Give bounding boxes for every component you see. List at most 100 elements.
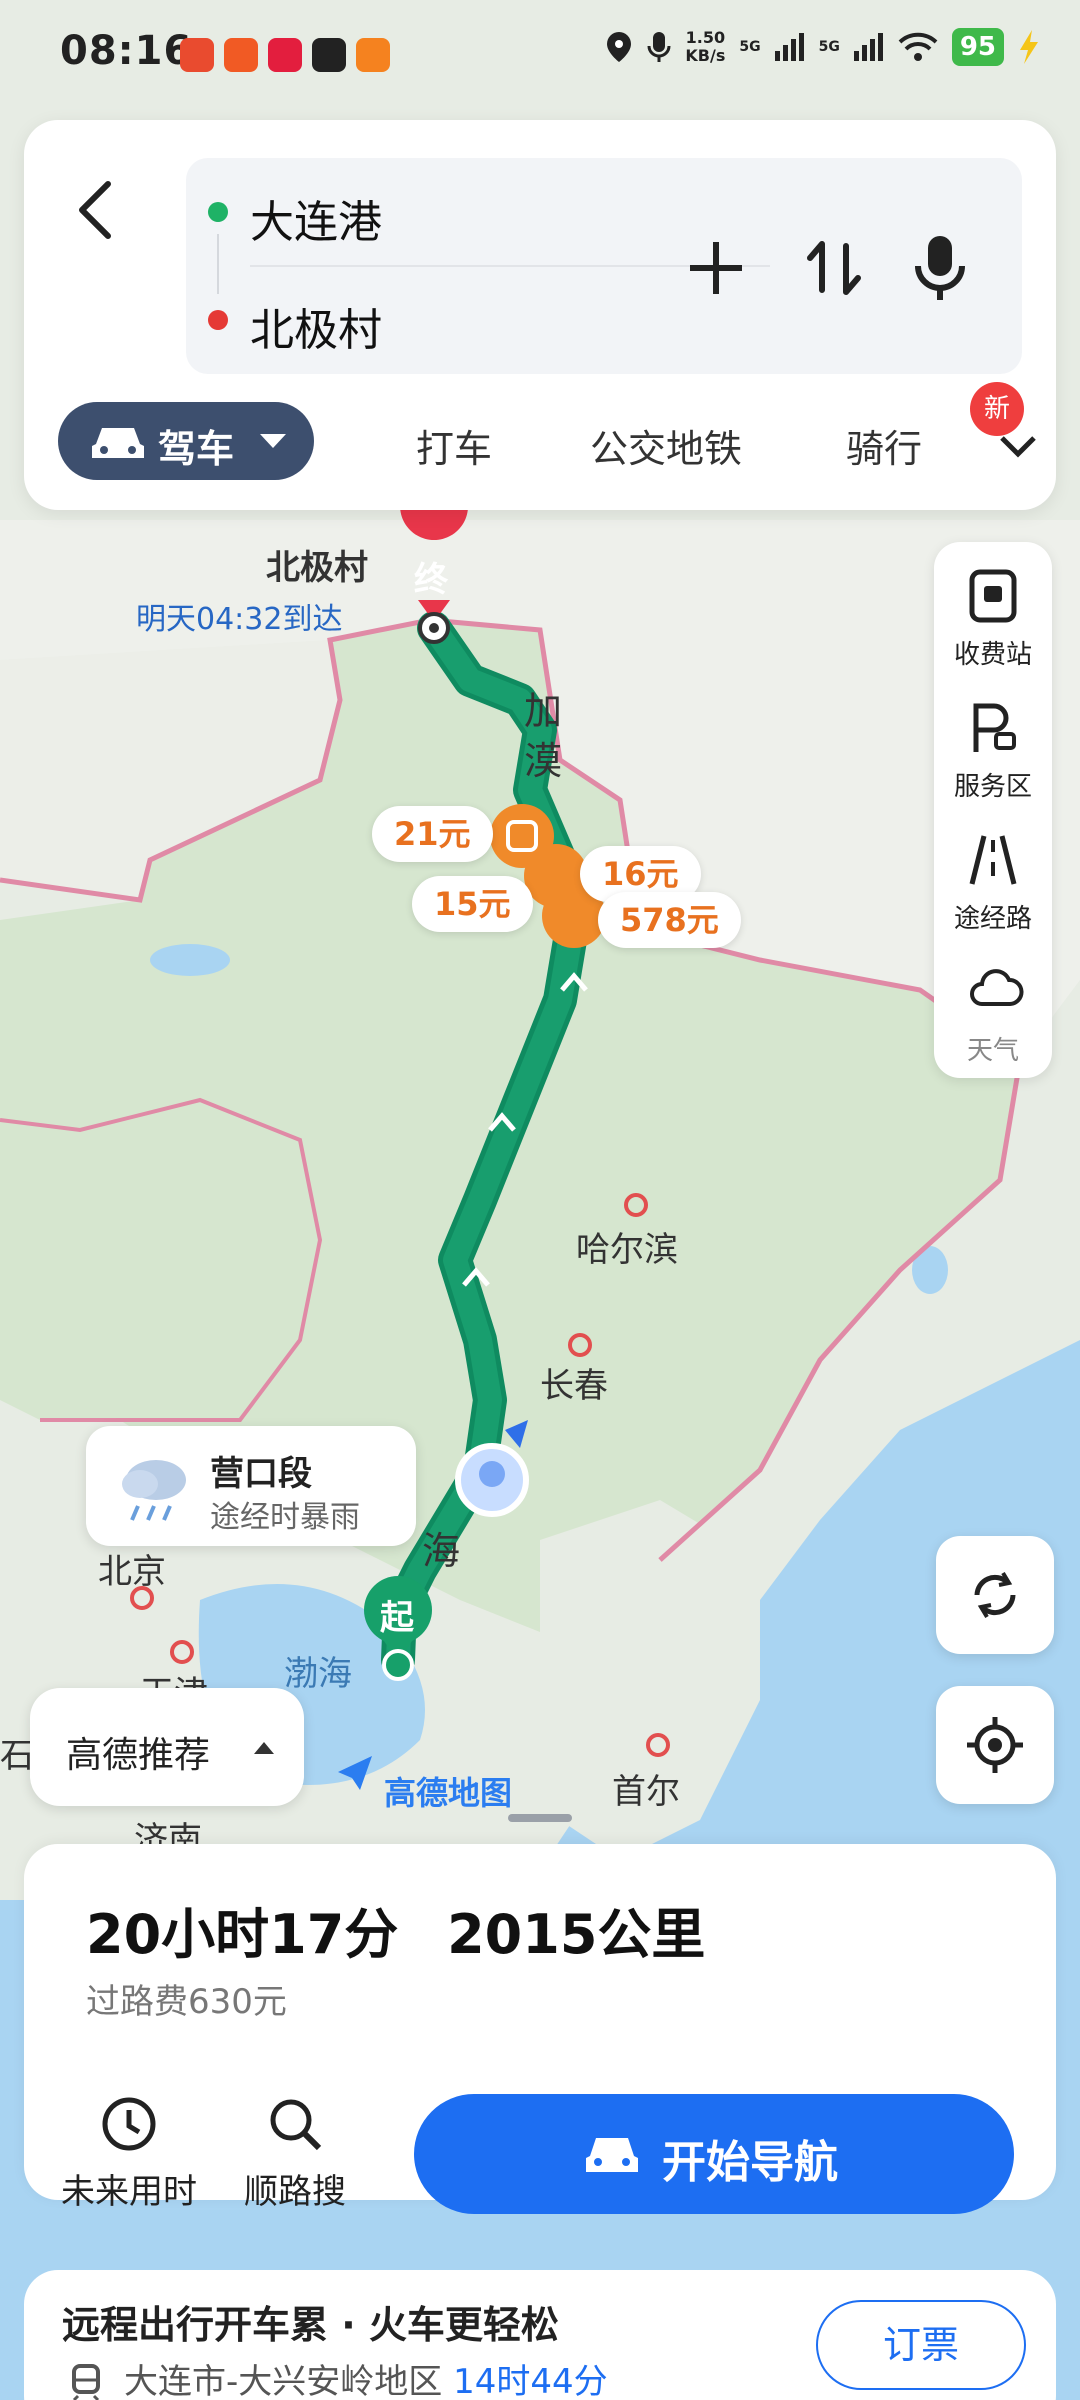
road-label-3: 海 [422,1529,461,1573]
caret-up-icon [254,1742,274,1754]
tab-taxi[interactable]: 打车 [416,418,492,473]
route-summary: 20小时17分 2015公里 [86,1890,705,1969]
voice-input-icon[interactable] [900,228,980,308]
status-bar: 08:16 1.50 KB/s 5G 5G 95 [0,0,1080,110]
tab-drive[interactable]: 驾车 [58,402,314,480]
swap-route-icon[interactable] [794,228,874,308]
signal-bars-icon [774,33,804,61]
map-layer-panel: 收费站 服务区 途经路 天气 [934,542,1052,1078]
sheet-drag-handle[interactable] [508,1814,572,1822]
end-dot-icon [208,310,228,330]
destination-dot-inner [429,623,439,633]
rain-cloud-icon [122,1460,186,1521]
travel-mode-tabs: 驾车 打车 公交地铁 骑行 新 [58,382,1038,482]
road-label-1: 加 [524,689,563,733]
notification-app-icon [268,38,302,72]
tab-transit[interactable]: 公交地铁 [590,418,742,473]
dest-marker-text: 终 [414,560,448,600]
signal-label-2: 5G [818,39,840,55]
weather-desc-label: 途经时暴雨 [210,1500,360,1535]
route-search-card: 大连港 北极村 驾车 打车 公交地铁 骑行 新 [24,120,1056,510]
route-summary-sheet: 20小时17分 2015公里 过路费630元 未来用时 顺路搜 开始导航 [24,1844,1056,2214]
book-ticket-button[interactable]: 订票 [816,2300,1026,2390]
toll-fee-tag[interactable]: 578元 [598,892,741,948]
start-navigation-label: 开始导航 [662,2137,838,2188]
road-label-2: 漠 [524,739,563,783]
route-input-box: 大连港 北极村 [186,158,1022,374]
promo-train-time: 14时44分 [453,2362,608,2400]
signal-bars-icon [853,33,883,61]
search-icon [270,2099,322,2151]
city-label-harbin: 哈尔滨 [576,1230,678,1270]
toll-fee-tag[interactable]: 15元 [412,876,533,932]
city-label-seoul: 首尔 [612,1772,680,1812]
service-area-toggle[interactable]: 服务区 [934,674,1052,806]
clock-history-icon [102,2097,156,2151]
future-time-label: 未来用时 [61,2172,197,2212]
promo-title: 远程出行开车累 · 火车更轻松 [62,2303,559,2347]
train-icon [72,2364,100,2400]
road-icon [969,835,1017,885]
notification-app-icon [312,38,346,72]
new-badge: 新 [970,382,1024,436]
locate-me-button[interactable] [936,1686,1054,1804]
weather-label: 天气 [966,1036,1019,1066]
speed-unit: KB/s [685,46,726,65]
charging-icon [1020,30,1038,64]
weather-popup[interactable]: 营口段 途经时暴雨 [86,1426,416,1546]
duration-value: 20小时17分 [86,1903,399,1966]
end-location-field[interactable]: 北极村 [250,294,382,358]
city-label-shi: 石 [0,1736,34,1776]
via-road-label: 途经路 [953,904,1032,934]
weather-toggle[interactable]: 天气 [934,938,1052,1070]
network-speed: 1.50 KB/s [685,29,725,65]
notification-app-icon [180,38,214,72]
signal-label-1: 5G [739,39,761,55]
status-app-icons [180,38,390,72]
add-waypoint-icon[interactable] [676,228,756,308]
more-modes-chevron-icon[interactable] [998,432,1038,462]
notification-app-icon [356,38,390,72]
route-preference-selector[interactable]: 高德推荐 [30,1688,304,1806]
future-time-button[interactable]: 未来用时 [54,2094,204,2213]
route-connector [217,234,219,294]
toll-station-toggle[interactable]: 收费站 [934,542,1052,674]
search-along-label: 顺路搜 [244,2172,346,2212]
service-area-label: 服务区 [953,772,1032,802]
speed-value: 1.50 [685,28,726,47]
cloud-icon [970,969,1024,1006]
notification-app-icon [224,38,258,72]
promo-route: 大连市-大兴安岭地区 14时44分 [124,2354,608,2400]
location-icon [607,32,632,62]
route-preference-label: 高德推荐 [66,1735,211,1776]
search-along-button[interactable]: 顺路搜 [220,2094,370,2213]
back-arrow-icon[interactable] [64,170,124,250]
mic-status-icon [647,32,671,62]
start-location-field[interactable]: 大连港 [250,186,382,250]
start-dot [382,1649,414,1681]
city-label-beijing: 北京 [98,1552,166,1592]
sea-label-bohai: 渤海 [284,1654,352,1694]
via-road-toggle[interactable]: 途经路 [934,806,1052,938]
city-label-changchun: 长春 [540,1366,608,1406]
toll-station-label: 收费站 [953,640,1032,670]
locate-icon [967,1717,1023,1773]
service-area-icon [973,703,1016,752]
wifi-icon [898,32,938,61]
tab-bike[interactable]: 骑行 [846,418,922,473]
distance-value: 2015公里 [447,1903,706,1966]
avatar-face [479,1461,505,1487]
toll-fee-tag[interactable]: 21元 [372,806,493,862]
weather-segment-label: 营口段 [210,1454,312,1494]
car-icon [92,428,144,458]
start-navigation-button[interactable]: 开始导航 [414,2094,1014,2214]
refresh-route-button[interactable] [936,1536,1054,1654]
map-lake-1 [150,944,230,976]
car-icon [586,2138,638,2172]
tab-drive-label: 驾车 [158,427,235,471]
start-marker-text: 起 [380,1598,414,1638]
promo-route-text: 大连市-大兴安岭地区 [124,2362,443,2400]
status-time: 08:16 [60,28,193,74]
train-promo-card[interactable]: 远程出行开车累 · 火车更轻松 大连市-大兴安岭地区 14时44分 订票 [24,2270,1056,2400]
status-right: 1.50 KB/s 5G 5G 95 [605,28,1040,66]
